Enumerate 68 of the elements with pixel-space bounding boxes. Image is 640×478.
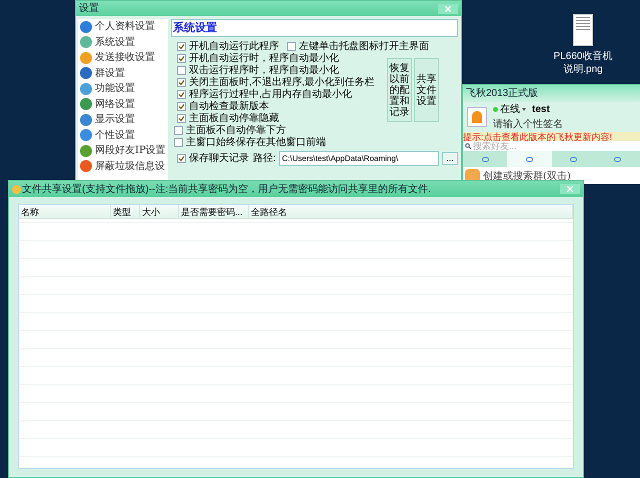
file-name: PL660收音机说明.png xyxy=(552,50,614,76)
document-icon[interactable] xyxy=(573,14,593,46)
option-label: 主窗口始终保存在其他窗口前端 xyxy=(186,136,326,150)
user-name: test xyxy=(532,102,550,117)
sidebar-item[interactable]: 功能设置 xyxy=(78,81,168,96)
checkbox[interactable] xyxy=(174,138,183,146)
checkbox[interactable] xyxy=(177,90,186,98)
sidebar-item[interactable]: 群设置 xyxy=(78,66,168,81)
option-label: 关闭主面板时,不退出程序,最小化到任务栏 xyxy=(189,76,375,88)
bubble-icon xyxy=(482,156,489,162)
column-header[interactable]: 是否需要密码... xyxy=(179,205,249,218)
close-button[interactable] xyxy=(560,184,580,194)
bubble-icon xyxy=(614,156,622,162)
sidebar-item[interactable]: 发送接收设置 xyxy=(78,50,168,66)
checkbox[interactable] xyxy=(177,78,186,86)
column-header[interactable]: 类型 xyxy=(111,205,140,218)
checkbox[interactable] xyxy=(174,126,183,134)
checkbox[interactable] xyxy=(177,114,186,122)
sidebar-item[interactable]: 系统设置 xyxy=(78,34,168,50)
tab[interactable] xyxy=(596,151,640,167)
avatar xyxy=(467,106,487,127)
share-icon xyxy=(12,184,21,194)
caret-icon xyxy=(522,108,526,111)
checkbox[interactable] xyxy=(177,66,186,74)
option-label: 保存聊天记录 xyxy=(189,152,250,166)
sidebar-item[interactable]: 网段好友IP设置 xyxy=(78,143,168,158)
search-icon xyxy=(465,143,471,150)
close-button[interactable] xyxy=(438,4,458,14)
sidebar-item[interactable]: 网络设置 xyxy=(78,96,168,112)
option-label: 开机自动运行时，程序自动最小化 xyxy=(189,52,339,64)
bubble-icon xyxy=(526,156,533,162)
update-notice[interactable]: 提示:点击查看此版本的飞秋更新内容! xyxy=(463,132,640,142)
browse-button[interactable]: ... xyxy=(442,152,458,165)
option-label: 主面板自动停靠隐藏 xyxy=(189,112,279,124)
option-label: 左键单击托盘图标打开主界面 xyxy=(299,40,429,52)
tab[interactable] xyxy=(463,151,508,167)
tab[interactable] xyxy=(552,151,596,167)
bubble-icon xyxy=(570,156,578,162)
option-label: 双击运行程序时，程序自动最小化 xyxy=(189,64,339,76)
side-button[interactable]: 恢复以前的配置和记录 xyxy=(387,58,412,122)
option-label: 自动检查最新版本 xyxy=(189,100,269,112)
column-header[interactable]: 全路径名 xyxy=(249,205,573,218)
path-field[interactable]: C:\Users\test\AppData\Roaming\ xyxy=(279,151,439,166)
column-header[interactable]: 名称 xyxy=(19,205,111,218)
checkbox[interactable] xyxy=(177,102,186,110)
close-icon xyxy=(567,186,573,192)
status-label[interactable]: 在线 xyxy=(500,102,520,117)
checkbox[interactable] xyxy=(177,54,186,62)
window-title: 文件共享设置(支持文件拖放)--注:当前共享密码为空，用户无需密码能访问共享里的所有文件. xyxy=(22,182,431,196)
window-title: 设置 xyxy=(79,2,99,16)
section-heading: 系统设置 xyxy=(171,19,458,37)
sidebar-item[interactable]: 个性设置 xyxy=(78,128,168,143)
checkbox[interactable] xyxy=(177,42,186,50)
side-button[interactable]: 共享文件设置 xyxy=(414,58,439,122)
tab[interactable] xyxy=(507,151,552,167)
sidebar-item[interactable]: 屏蔽垃圾信息设 xyxy=(78,158,168,174)
sidebar-item[interactable]: 显示设置 xyxy=(78,112,168,128)
option-label: 主面板不自动停靠下方 xyxy=(186,124,286,136)
option-label: 开机自动运行此程序 xyxy=(189,40,279,52)
checkbox[interactable] xyxy=(287,42,296,50)
close-icon xyxy=(445,6,451,12)
checkbox[interactable] xyxy=(177,154,186,163)
column-header[interactable]: 大小 xyxy=(140,205,179,218)
option-label: 程序运行过程中,占用内存自动最小化 xyxy=(189,88,352,100)
signature-text: 请输入个性签名 xyxy=(493,118,563,132)
path-label: 路径: xyxy=(253,152,277,166)
sidebar-item[interactable]: 个人资料设置 xyxy=(78,19,168,34)
window-title: 飞秋2013正式版 xyxy=(466,86,538,101)
